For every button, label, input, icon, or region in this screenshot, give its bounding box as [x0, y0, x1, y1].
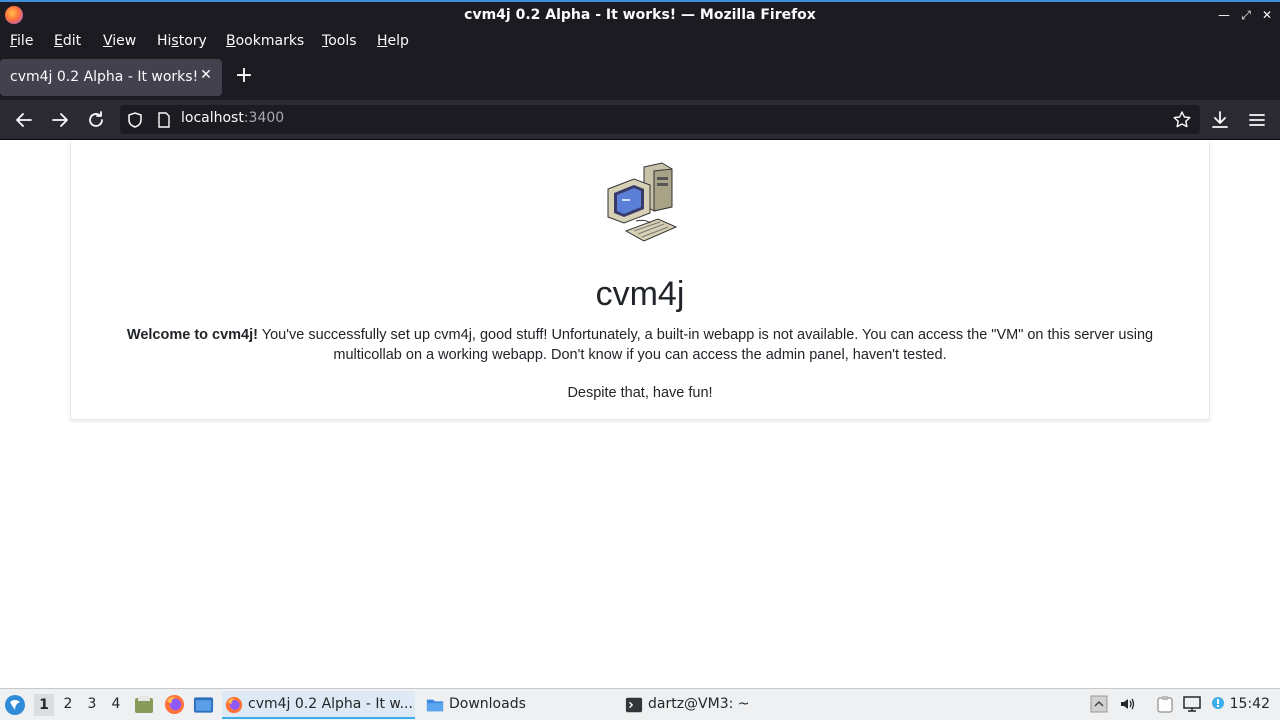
file-manager-launcher-icon[interactable] — [134, 695, 154, 715]
tab-active[interactable]: cvm4j 0.2 Alpha - It works! ✕ — [0, 59, 222, 96]
tab-title: cvm4j 0.2 Alpha - It works! — [10, 69, 199, 85]
tab-close-icon[interactable]: ✕ — [198, 67, 214, 85]
menu-edit[interactable]: Edit — [54, 33, 81, 49]
url-bar[interactable]: localhost:3400 — [120, 105, 1200, 134]
downloads-button[interactable] — [1208, 108, 1232, 132]
menu-help[interactable]: Help — [377, 33, 409, 49]
menu-bar: File Edit View History Bookmarks Tools H… — [0, 29, 1280, 55]
download-icon — [1212, 111, 1228, 128]
computer-logo-icon — [607, 162, 678, 242]
closing-text: Despite that, have fun! — [567, 385, 713, 401]
bookmark-star-icon[interactable] — [1172, 110, 1192, 130]
menu-file[interactable]: File — [10, 33, 33, 49]
forward-button[interactable] — [48, 108, 72, 132]
welcome-paragraph: Welcome to cvm4j! You've successfully se… — [91, 325, 1189, 365]
reload-button[interactable] — [84, 108, 108, 132]
network-icon[interactable] — [1183, 695, 1201, 713]
shield-icon[interactable] — [126, 111, 144, 129]
welcome-bold: Welcome to cvm4j! — [126, 327, 258, 343]
window-titlebar: cvm4j 0.2 Alpha - It works! — Mozilla Fi… — [0, 0, 1280, 29]
taskbar: 1 2 3 4 cvm4j 0.2 Alpha - It w... Downlo… — [0, 688, 1280, 720]
nav-bar: localhost:3400 — [0, 100, 1280, 140]
folder-icon — [426, 699, 444, 712]
start-menu-icon[interactable] — [4, 694, 26, 716]
tab-strip: cvm4j 0.2 Alpha - It works! ✕ + — [0, 55, 1280, 100]
task-downloads[interactable]: Downloads — [423, 691, 613, 719]
task-firefox[interactable]: cvm4j 0.2 Alpha - It w... — [222, 691, 415, 719]
back-arrow-icon — [16, 113, 32, 127]
firefox-icon — [225, 696, 243, 714]
menu-view[interactable]: View — [103, 33, 136, 49]
menu-bookmarks[interactable]: Bookmarks — [226, 33, 304, 49]
forward-arrow-icon — [52, 113, 68, 127]
hamburger-menu-icon — [1249, 114, 1265, 126]
desktop-4[interactable]: 4 — [106, 696, 126, 712]
minimize-button[interactable]: — — [1215, 6, 1233, 24]
task-terminal[interactable]: dartz@VM3: ~ — [622, 691, 812, 719]
desktop-3[interactable]: 3 — [82, 696, 102, 712]
firefox-launcher-icon[interactable] — [164, 694, 185, 715]
reload-icon — [89, 111, 103, 127]
notification-icon[interactable] — [1209, 695, 1227, 713]
terminal-icon — [625, 697, 643, 713]
welcome-card: cvm4j Welcome to cvm4j! You've successfu… — [70, 141, 1210, 420]
url-text[interactable]: localhost:3400 — [181, 110, 284, 126]
window-title: cvm4j 0.2 Alpha - It works! — Mozilla Fi… — [464, 7, 816, 23]
page-content: cvm4j Welcome to cvm4j! You've successfu… — [0, 141, 1280, 688]
show-desktop-icon[interactable] — [193, 695, 214, 715]
tray-arrow-icon[interactable] — [1090, 695, 1108, 713]
page-icon[interactable] — [156, 111, 172, 129]
clock[interactable]: 15:42 — [1230, 696, 1270, 712]
new-tab-button[interactable]: + — [232, 65, 256, 89]
page-title: cvm4j — [595, 275, 685, 313]
close-window-button[interactable]: ✕ — [1258, 6, 1276, 24]
desktop-1[interactable]: 1 — [34, 694, 54, 716]
app-menu-button[interactable] — [1245, 108, 1269, 132]
menu-history[interactable]: History — [157, 33, 207, 49]
clipboard-icon[interactable] — [1156, 695, 1174, 713]
back-button[interactable] — [12, 108, 36, 132]
welcome-text: You've successfully set up cvm4j, good s… — [257, 327, 1154, 363]
volume-icon[interactable] — [1119, 695, 1137, 713]
maximize-button[interactable]: ⤢ — [1237, 6, 1255, 24]
desktop-2[interactable]: 2 — [58, 696, 78, 712]
menu-tools[interactable]: Tools — [322, 33, 357, 49]
